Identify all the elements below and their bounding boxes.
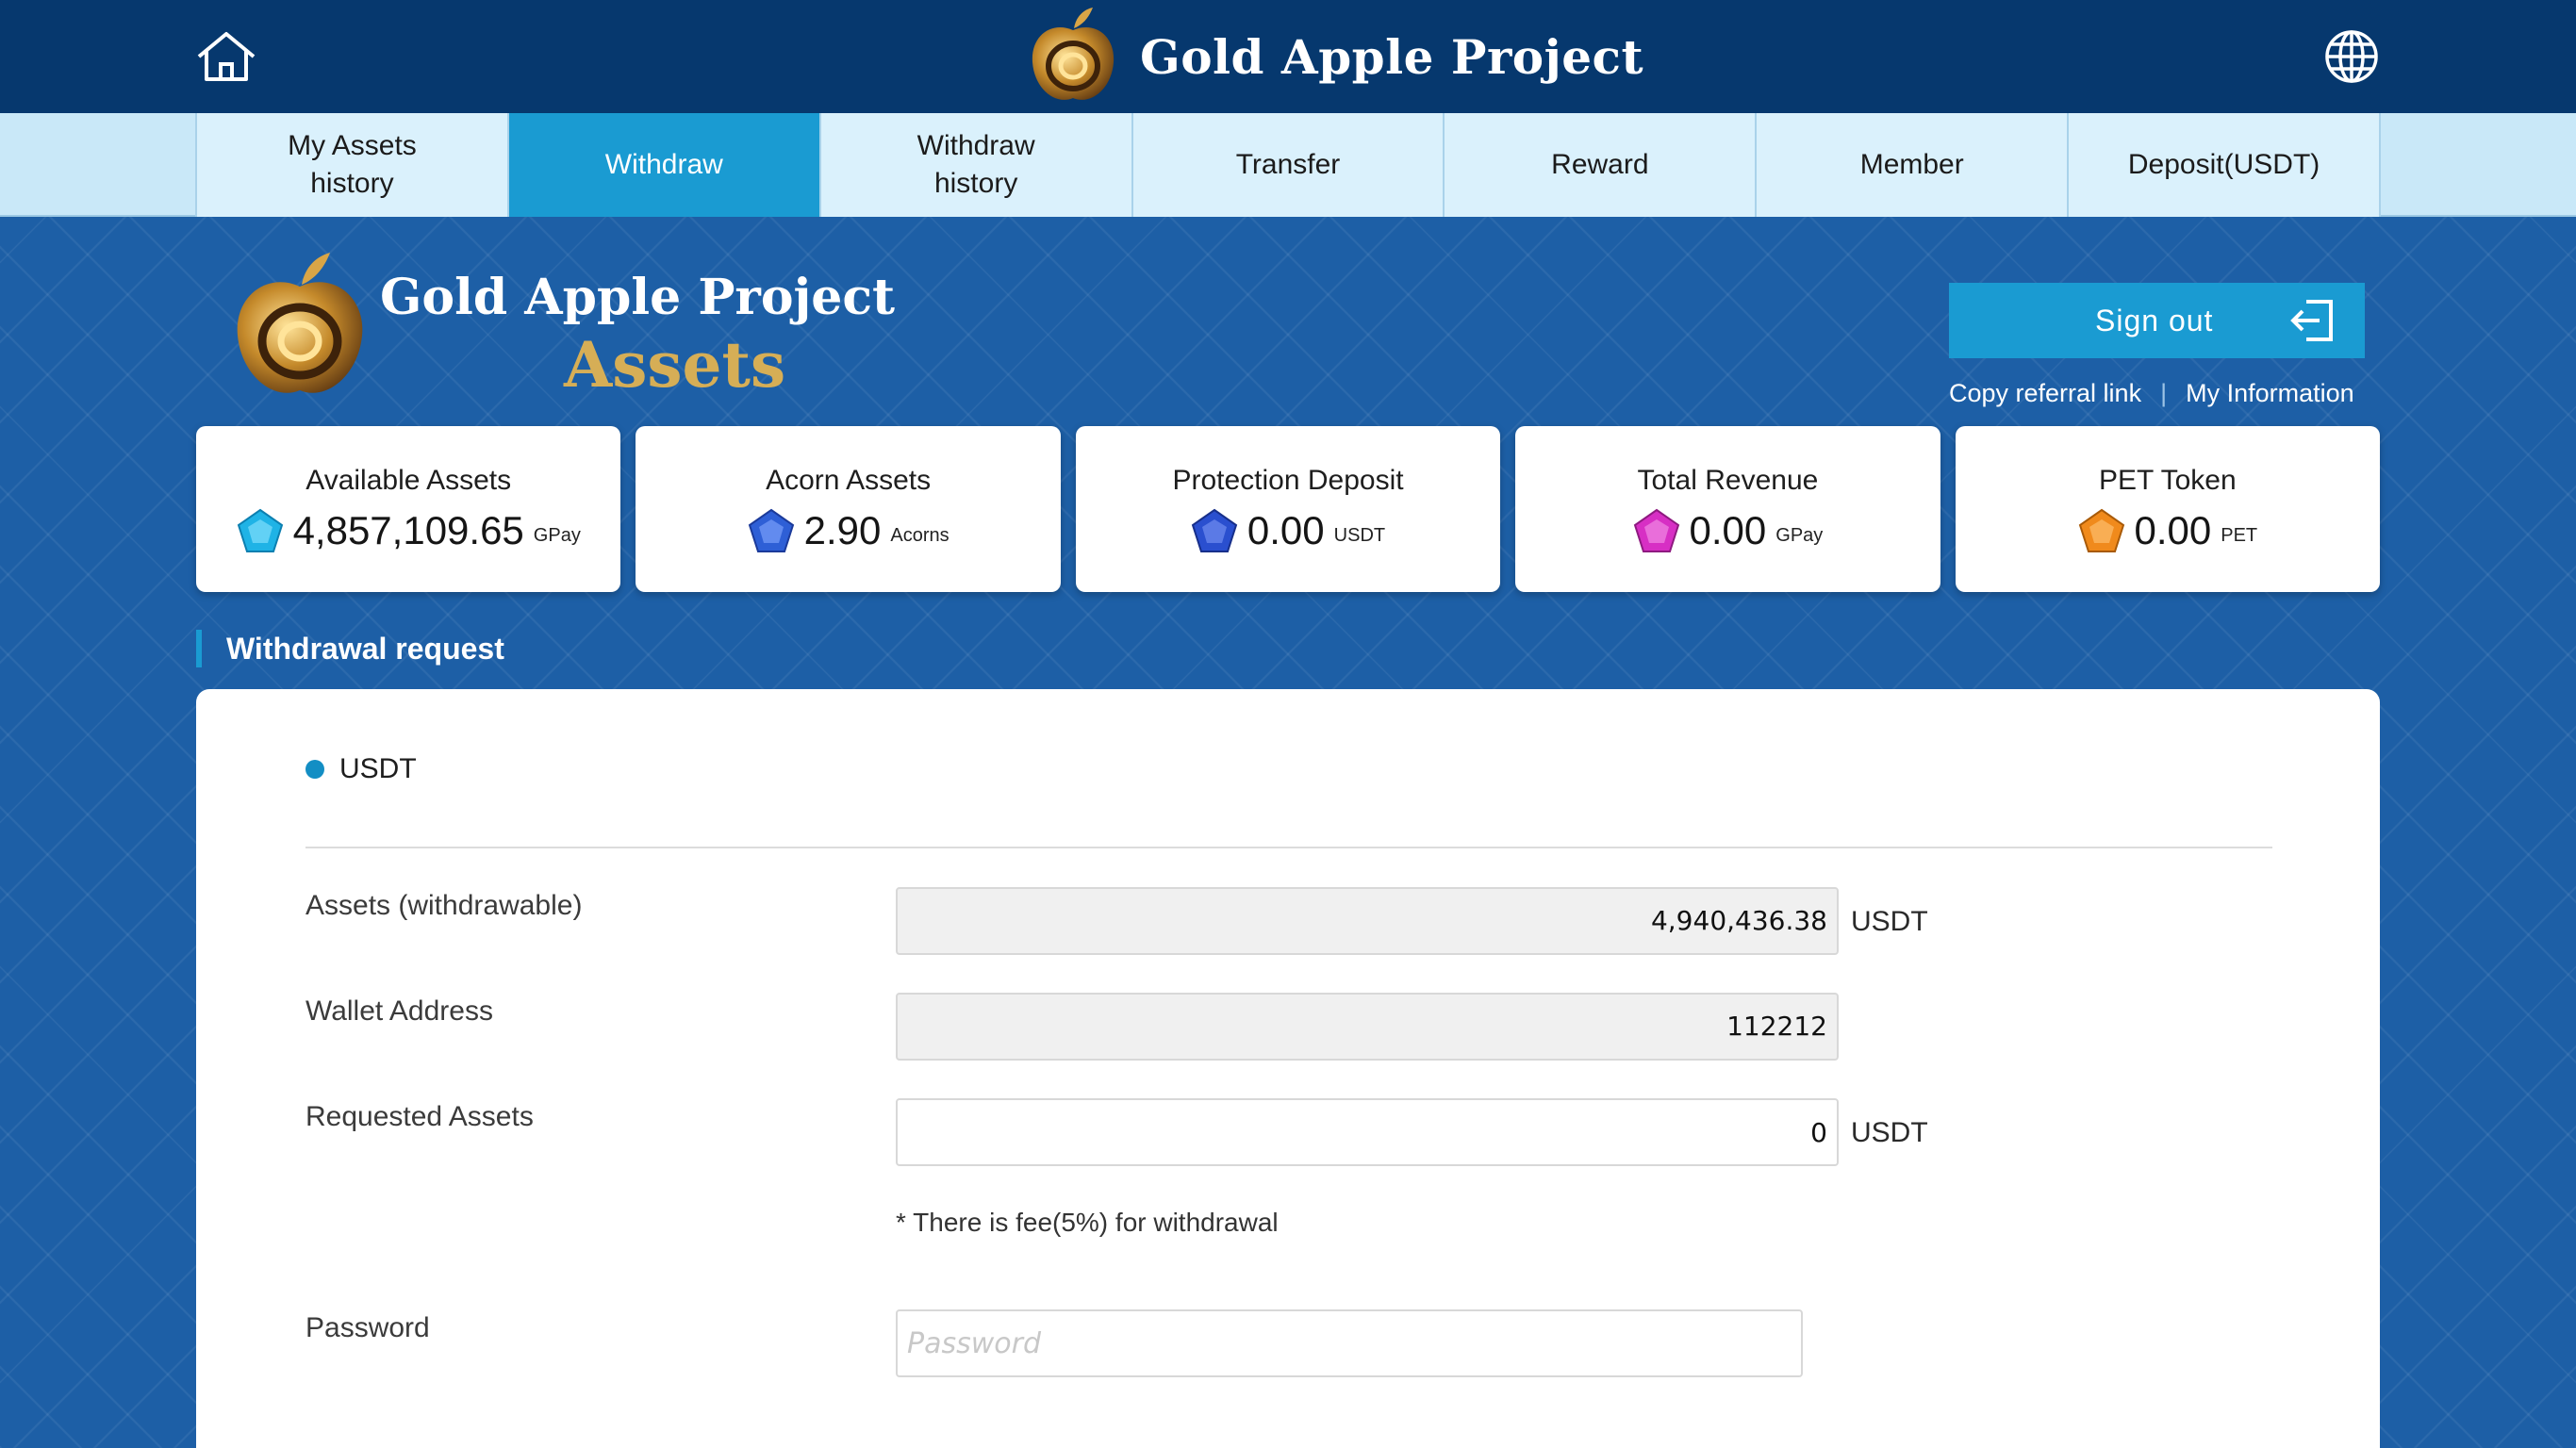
nav-my-assets-history[interactable]: My Assets history (195, 113, 507, 217)
nav-member[interactable]: Member (1755, 113, 2068, 217)
link-separator: | (2160, 378, 2168, 407)
card-title: Protection Deposit (1172, 465, 1404, 496)
home-icon (197, 32, 256, 81)
card-title: Acorn Assets (766, 465, 932, 496)
card-pet-token: PET Token 0.00 PET (1955, 426, 2381, 592)
password-input[interactable] (896, 1309, 1803, 1377)
assets-withdrawable-field: 4,940,436.38 (896, 887, 1839, 955)
card-total-revenue: Total Revenue 0.00 GPay (1515, 426, 1940, 592)
gem-icon (1633, 508, 1679, 552)
requested-unit: USDT (1851, 1117, 1928, 1148)
nav-deposit-usdt[interactable]: Deposit(USDT) (2067, 113, 2382, 217)
requested-assets-input[interactable] (898, 1100, 1827, 1164)
card-value: 0.00 (2134, 508, 2212, 552)
card-title: Available Assets (305, 465, 512, 496)
gem-icon (237, 508, 283, 552)
card-value: 0.00 (1247, 508, 1325, 552)
card-title: Total Revenue (1637, 465, 1819, 496)
nav-transfer[interactable]: Transfer (1131, 113, 1444, 217)
copy-referral-link[interactable]: Copy referral link (1949, 379, 2141, 408)
card-value: 0.00 (1689, 508, 1767, 552)
account-links: Copy referral link | My Information (1949, 377, 2354, 409)
currency-label: USDT (339, 753, 417, 784)
card-title: PET Token (2099, 465, 2237, 496)
card-unit: PET (2221, 524, 2258, 546)
my-information-link[interactable]: My Information (2186, 379, 2354, 408)
gem-icon (2078, 508, 2124, 552)
card-value: 4,857,109.65 (292, 508, 524, 552)
gold-apple-logo (1032, 8, 1115, 100)
card-unit: Acorns (890, 524, 949, 546)
globe-icon (2325, 30, 2378, 83)
requested-assets-label: Requested Assets (305, 1101, 534, 1132)
brand-title: Gold Apple Project (1140, 28, 1644, 85)
wallet-address-label: Wallet Address (305, 996, 493, 1027)
page-title: Gold Apple Project (380, 269, 896, 326)
requested-assets-wrapper (896, 1098, 1839, 1166)
assets-withdrawable-label: Assets (withdrawable) (305, 890, 583, 921)
language-button[interactable] (2321, 26, 2382, 87)
card-protection-deposit: Protection Deposit 0.00 USDT (1075, 426, 1501, 592)
password-label: Password (305, 1312, 430, 1343)
assets-logo (237, 253, 363, 393)
fee-note: * There is fee(5%) for withdrawal (896, 1208, 1279, 1237)
divider (305, 847, 2272, 848)
withdrawal-form: USDT Assets (withdrawable) 4,940,436.38 … (196, 689, 2380, 1448)
gem-icon (748, 508, 794, 552)
nav-withdraw-history[interactable]: Withdraw history (818, 113, 1131, 217)
card-unit: USDT (1333, 524, 1386, 546)
main-nav: My Assets history Withdraw Withdraw hist… (0, 113, 2576, 217)
card-available-assets: Available Assets 4,857,109.65 GPay (196, 426, 621, 592)
currency-radio-usdt[interactable]: USDT (305, 753, 417, 785)
nav-withdraw[interactable]: Withdraw (506, 113, 819, 217)
nav-reward[interactable]: Reward (1443, 113, 1756, 217)
asset-cards: Available Assets 4,857,109.65 GPay Acorn… (196, 426, 2381, 592)
card-unit: GPay (533, 524, 581, 546)
gem-icon (1191, 508, 1238, 552)
home-button[interactable] (193, 28, 259, 85)
assets-unit: USDT (1851, 906, 1928, 937)
card-value: 2.90 (803, 508, 882, 552)
sign-out-label: Sign out (2095, 304, 2214, 337)
sign-out-button[interactable]: Sign out (1949, 283, 2365, 358)
section-title: Withdrawal request (196, 630, 504, 667)
radio-selected-icon (305, 760, 324, 779)
brand[interactable]: Gold Apple Project (1023, 0, 1643, 113)
wallet-address-field: 112212 (896, 993, 1839, 1061)
page-subtitle: Assets (564, 328, 786, 402)
top-header: Gold Apple Project (0, 0, 2576, 113)
card-unit: GPay (1775, 524, 1824, 546)
logout-icon (2290, 300, 2333, 341)
card-acorn-assets: Acorn Assets 2.90 Acorns (636, 426, 1061, 592)
